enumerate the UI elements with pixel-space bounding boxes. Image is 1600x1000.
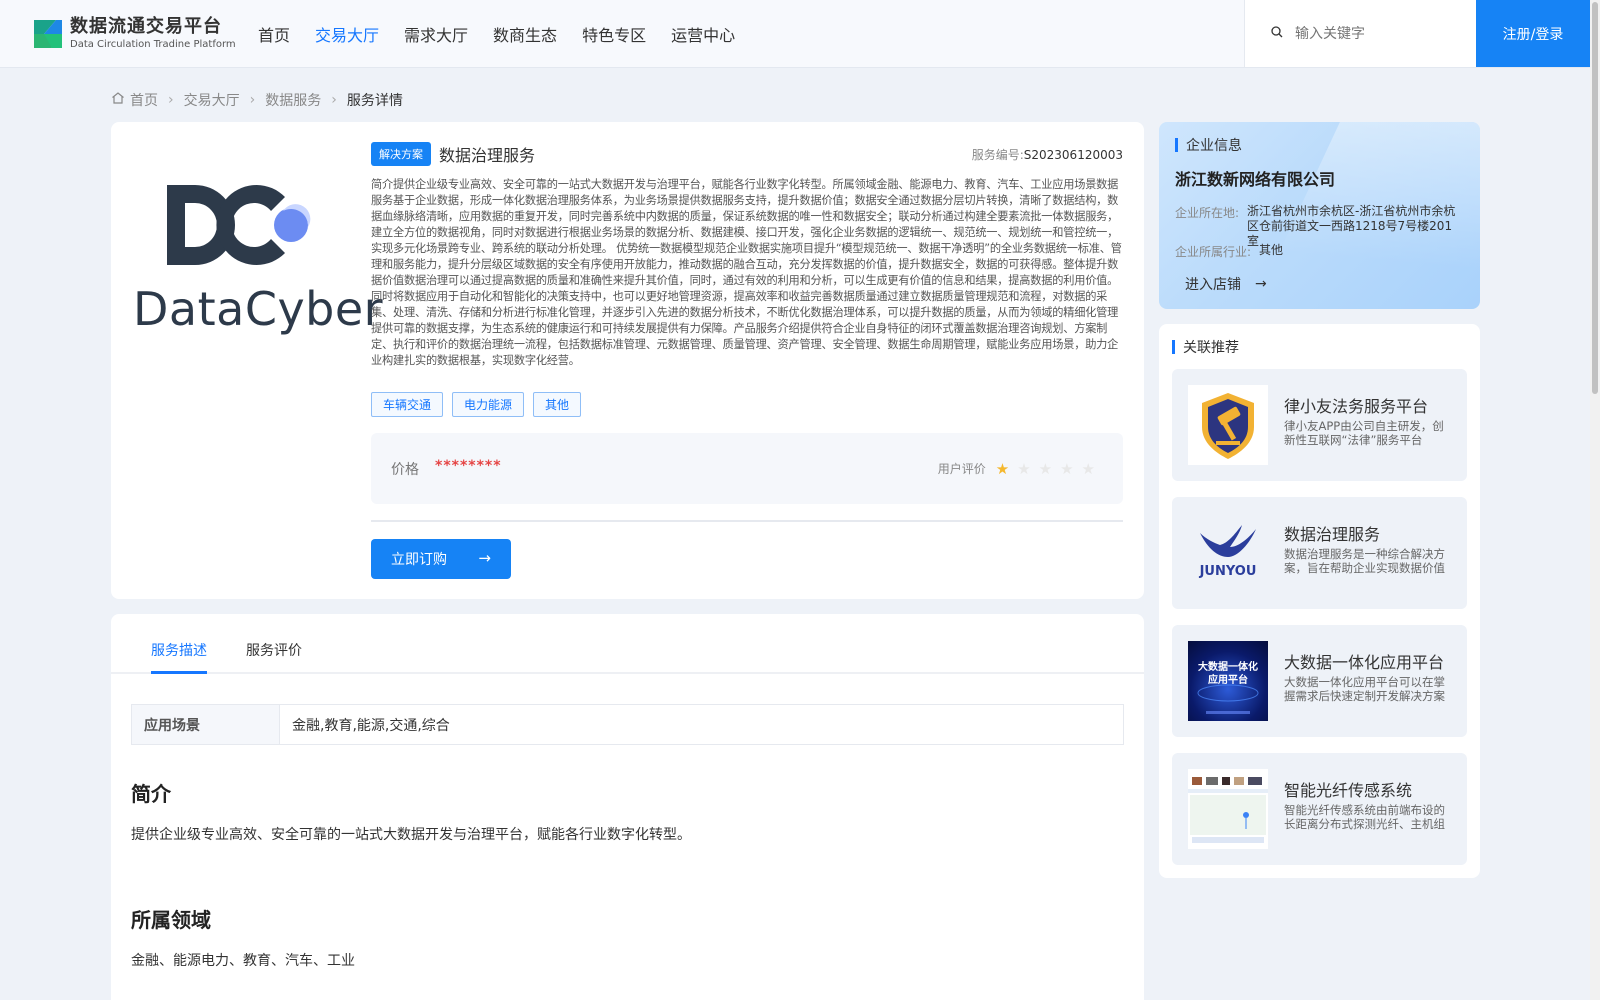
cover-caption: 大数据一体化应用平台 [1198, 662, 1258, 686]
star-icon: ★ [1017, 459, 1031, 478]
tag-vehicle-traffic[interactable]: 车辆交通 [371, 392, 444, 417]
tab-service-description[interactable]: 服务描述 [151, 640, 207, 660]
nav-item-special-zone[interactable]: 特色专区 [582, 22, 646, 46]
recommend-title: 大数据一体化应用平台 [1284, 653, 1445, 672]
recommend-desc: 大数据一体化应用平台可以在掌握需求后快速定制开发解决方案 [1284, 675, 1445, 703]
star-icon: ★ [1060, 459, 1074, 478]
recommend-title: 律小友法务服务平台 [1284, 397, 1429, 416]
recommend-item[interactable]: 律小友法务服务平台 律小友APP由公司自主研发，创新性互联网“法律”服务平台 [1172, 369, 1467, 481]
junyou-logo: JUNYOU [1188, 513, 1268, 593]
shield-hammer-icon [1188, 385, 1268, 465]
service-title: 数据治理服务 [439, 146, 536, 165]
price-label: 价格 [391, 461, 419, 478]
service-title-row: 解决方案 数据治理服务 服务编号:S202306120003 [371, 142, 1123, 166]
scene-value: 金融,教育,能源,交通,综合 [292, 717, 450, 734]
page-scrollbar[interactable] [1590, 0, 1600, 1000]
enterprise-info-card: 企业信息 浙江数新网络有限公司 企业所在地: 浙江省杭州市余杭区-浙江省杭州市余… [1159, 122, 1480, 309]
junyou-logo-text: JUNYOU [1199, 564, 1257, 579]
tab-service-review[interactable]: 服务评价 [246, 640, 302, 660]
breadcrumb-data-service[interactable]: 数据服务 [265, 90, 321, 110]
logo-en-text: Data Circulation Tradine Platform [70, 39, 236, 50]
enter-shop-button[interactable]: 进入店铺 → [1185, 274, 1267, 294]
domain-title: 所属领域 [131, 908, 211, 932]
order-now-label: 立即订购 [391, 552, 447, 568]
star-icon: ★ [1038, 459, 1053, 478]
recommend-desc: 智能光纤传感系统由前端布设的长距离分布式探测光纤、主机组成 [1284, 803, 1445, 831]
rating-label: 用户评价 [937, 462, 986, 476]
recommend-title: 数据治理服务 [1284, 525, 1381, 544]
arrow-right-icon: → [478, 549, 491, 567]
service-number-label: 服务编号: [971, 147, 1024, 162]
breadcrumb-trading-hall[interactable]: 交易大厅 [184, 90, 240, 110]
rating-stars: ★ ★ ★ ★ ★ [996, 460, 1103, 478]
home-icon [111, 91, 125, 109]
industry-label: 企业所属行业: [1175, 245, 1252, 259]
service-card: DataCyber 解决方案 数据治理服务 服务编号:S202306120003… [111, 122, 1144, 599]
service-number-value: S202306120003 [1023, 147, 1123, 162]
logo-cn-text: 数据流通交易平台 [70, 16, 222, 37]
recommend-item[interactable]: 智能光纤传感系统 智能光纤传感系统由前端布设的长距离分布式探测光纤、主机组成 [1172, 753, 1467, 865]
nav-item-trading-hall[interactable]: 交易大厅 [315, 22, 379, 46]
service-detail-card: 服务描述 服务评价 应用场景 金融,教育,能源,交通,综合 简介 提供企业级专业… [111, 614, 1144, 1000]
breadcrumb-current: 服务详情 [346, 93, 403, 109]
nav-item-operation-center[interactable]: 运营中心 [671, 22, 735, 46]
datacyber-logo-text: DataCyber [133, 282, 384, 336]
chevron-right-icon: › [331, 92, 337, 108]
price-value: ******** [435, 457, 502, 474]
service-tags: 车辆交通 电力能源 其他 [371, 392, 590, 417]
recommend-desc: 律小友APP由公司自主研发，创新性互联网“法律”服务平台 [1284, 419, 1444, 447]
star-icon: ★ [995, 459, 1010, 478]
application-scene-row: 应用场景 金融,教育,能源,交通,综合 [131, 704, 1124, 745]
scene-key: 应用场景 [132, 705, 280, 744]
fiber-map-thumb [1188, 769, 1268, 849]
tag-other[interactable]: 其他 [533, 392, 582, 417]
platform-logo[interactable]: 数据流通交易平台 Data Circulation Tradine Platfo… [30, 14, 236, 54]
recommend-section-title: 关联推荐 [1172, 337, 1239, 357]
search-box [1244, 0, 1476, 67]
arrow-right-icon: → [1255, 276, 1267, 292]
enterprise-section-title: 企业信息 [1175, 135, 1242, 155]
breadcrumb-home[interactable]: 首页 [130, 90, 158, 110]
service-number: 服务编号:S202306120003 [972, 146, 1123, 163]
nav-item-demand-hall[interactable]: 需求大厅 [404, 22, 468, 46]
chevron-right-icon: › [249, 92, 256, 108]
nav-item-home[interactable]: 首页 [258, 22, 290, 46]
enterprise-industry-row: 企业所属行业: 其他 [1175, 243, 1471, 260]
divider [371, 520, 1123, 522]
tag-power-energy[interactable]: 电力能源 [452, 392, 525, 417]
recommend-item[interactable]: JUNYOU 数据治理服务 数据治理服务是一种综合解决方案，旨在帮助企业实现数据… [1172, 497, 1467, 609]
main-nav: 首页 交易大厅 需求大厅 数商生态 特色专区 运营中心 [258, 0, 760, 67]
logo-mark-icon [30, 14, 66, 54]
bigdata-cover: 大数据一体化应用平台 [1188, 641, 1268, 721]
enter-shop-label: 进入店铺 [1185, 277, 1241, 293]
intro-title: 简介 [131, 782, 171, 806]
breadcrumb: 首页 › 交易大厅 › 数据服务 › 服务详情 [111, 90, 403, 110]
active-tab-underline [151, 671, 207, 674]
related-recommend-card: 关联推荐 律小友法务服务平台 律小友APP由公司自主研发，创新性互联网“法律”服… [1159, 324, 1480, 878]
domain-text: 金融、能源电力、教育、汽车、工业 [131, 953, 355, 969]
industry-value: 其他 [1259, 243, 1284, 257]
search-input[interactable] [1295, 25, 1455, 42]
intro-text: 提供企业级专业高效、安全可靠的一站式大数据开发与治理平台，赋能各行业数字化转型。 [131, 827, 691, 843]
order-now-button[interactable]: 立即订购 → [371, 539, 511, 579]
enterprise-name[interactable]: 浙江数新网络有限公司 [1175, 166, 1335, 190]
recommend-title: 智能光纤传感系统 [1284, 781, 1413, 800]
top-header: 数据流通交易平台 Data Circulation Tradine Platfo… [0, 0, 1590, 67]
chevron-right-icon: › [168, 92, 174, 108]
recommend-item[interactable]: 大数据一体化应用平台 大数据一体化应用平台 大数据一体化应用平台可以在掌握需求后… [1172, 625, 1467, 737]
search-icon[interactable] [1271, 25, 1283, 42]
price-box: 价格 ******** 用户评价 ★ ★ ★ ★ ★ [371, 433, 1123, 504]
service-description: 简介提供企业级专业高效、安全可靠的一站式大数据开发与治理平台，赋能各行业数字化转… [371, 178, 1122, 367]
star-icon: ★ [1081, 459, 1095, 478]
scrollbar-thumb[interactable] [1592, 2, 1598, 394]
recommend-desc: 数据治理服务是一种综合解决方案，旨在帮助企业实现数据价值 [1284, 547, 1445, 575]
detail-tabs: 服务描述 服务评价 [111, 614, 1144, 674]
service-type-tag: 解决方案 [371, 142, 431, 166]
nav-item-ecosystem[interactable]: 数商生态 [493, 22, 557, 46]
register-login-button[interactable]: 注册/登录 [1476, 0, 1590, 67]
